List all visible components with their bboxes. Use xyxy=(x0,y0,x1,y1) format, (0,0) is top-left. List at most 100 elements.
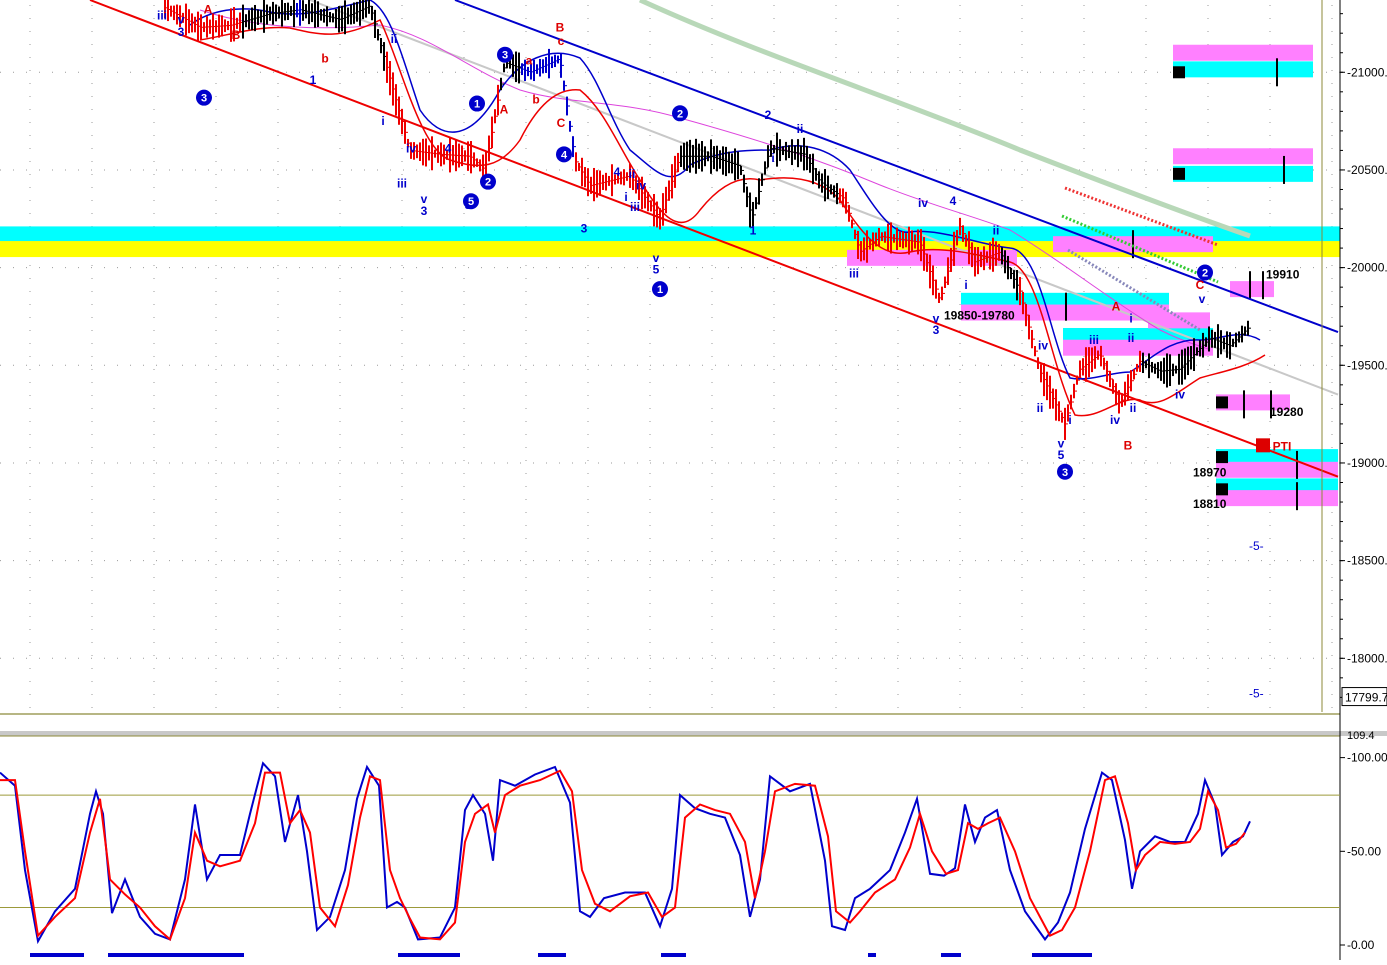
wave-label: iii xyxy=(630,200,640,214)
wave-label: iv xyxy=(918,196,928,210)
osc-tick-label: -100.00 xyxy=(1347,751,1387,765)
wave-label: i xyxy=(771,151,774,165)
zone-marker xyxy=(1216,483,1228,496)
wave-label: i xyxy=(964,278,967,292)
wave-circle-label: 2 xyxy=(1202,268,1208,280)
wave-label: 1 xyxy=(310,73,317,87)
axis-tick-label: -21000. xyxy=(1347,65,1387,79)
zone-marker xyxy=(1173,167,1185,180)
axis-tick-label: -20000. xyxy=(1347,261,1387,275)
price-label: 19910 xyxy=(1266,267,1300,281)
wave-label: 2 xyxy=(765,108,772,122)
wave-circle-label: 1 xyxy=(474,99,480,111)
wave-label: A xyxy=(500,102,509,116)
wave-label: 4 xyxy=(950,194,957,208)
slow-wave-line xyxy=(199,18,1266,417)
wave-label: ii xyxy=(993,223,1000,237)
wave-label: a xyxy=(526,53,533,67)
wave-label: 3 xyxy=(178,25,185,39)
chart-window: iiiv3ii1iiv4iiiv35iiiv4iiii3v52iii1iiiiv… xyxy=(0,0,1387,960)
wave-circle-label: 3 xyxy=(201,93,207,105)
osc-tick-label: -0.00 xyxy=(1347,938,1375,952)
signal-bar xyxy=(868,953,876,957)
signal-bar xyxy=(30,953,84,957)
wave-label: iii xyxy=(157,9,167,23)
panel-splitter xyxy=(0,731,1387,736)
wave-circle-label: 5 xyxy=(468,196,474,208)
wave-label: A xyxy=(204,3,213,17)
zone-box xyxy=(1173,148,1313,165)
wave-label: 3 xyxy=(933,323,940,337)
price-label: 18970 xyxy=(1193,466,1227,480)
axis-tick-label: -18000. xyxy=(1347,651,1387,665)
zone-box xyxy=(1173,44,1313,61)
wave-circle-label: 1 xyxy=(657,284,663,296)
wave-label: i xyxy=(624,190,627,204)
wave-label: iii xyxy=(1089,333,1099,347)
wave-label: ii xyxy=(1128,331,1135,345)
wave-label: i xyxy=(381,114,384,128)
wave-circle-label: 4 xyxy=(561,149,568,161)
wave-label: 3 xyxy=(421,204,428,218)
pti-label: 32 PTI xyxy=(1256,439,1291,453)
axis-tick-label: -19500. xyxy=(1347,358,1387,372)
osc-tick-label: -50.00 xyxy=(1347,844,1381,858)
zone-marker xyxy=(1173,66,1185,79)
wave-circle-label: 3 xyxy=(502,50,508,62)
wave-circle-label: 2 xyxy=(677,108,683,120)
axis-tick-label: -20500. xyxy=(1347,163,1387,177)
axis-tick-label: -18500. xyxy=(1347,554,1387,568)
wave-label: ii xyxy=(391,32,398,46)
price-label: -5- xyxy=(1249,539,1264,553)
wave-label: A xyxy=(1112,300,1121,314)
zone-box xyxy=(1216,490,1338,507)
wave-label: B xyxy=(232,28,241,42)
zone-box xyxy=(1173,61,1313,78)
wave-label: B xyxy=(556,20,565,34)
osc-top-label: 109.4 xyxy=(1347,730,1375,742)
wave-label: B xyxy=(1124,438,1133,452)
wave-label: iv xyxy=(636,178,646,192)
signal-bar xyxy=(661,953,686,957)
zone-box xyxy=(1173,165,1313,182)
wave-label: b xyxy=(532,93,539,107)
wave-circle-label: 2 xyxy=(485,177,491,189)
osc-series-line xyxy=(0,761,1251,945)
wave-label: iii xyxy=(397,177,407,191)
zone-marker xyxy=(1216,451,1228,464)
signal-bar xyxy=(941,953,961,957)
signal-bar xyxy=(108,953,244,957)
wave-label: 4 xyxy=(614,165,621,179)
wave-circle-label: 3 xyxy=(1062,467,1068,479)
wave-label: iv xyxy=(1175,387,1185,401)
wave-label: 3 xyxy=(581,221,588,235)
wave-label: C xyxy=(557,116,566,130)
price-label: -5- xyxy=(1249,686,1264,700)
wave-label: b xyxy=(321,52,328,66)
wave-label: ii xyxy=(1037,401,1044,415)
fast-wave-line xyxy=(189,0,1261,380)
wave-label: c xyxy=(558,34,565,48)
osc-series-line xyxy=(0,769,1246,942)
signal-bar xyxy=(398,953,460,957)
zone-marker xyxy=(1216,396,1228,409)
long-moving-average xyxy=(638,0,1251,239)
stochastic-oscillator: -100.00 -50.00 -0.00 109.4 xyxy=(0,730,1387,957)
wave-label: i xyxy=(1129,311,1132,325)
axis-tick-label: -19000. xyxy=(1347,456,1387,470)
wave-label: i xyxy=(1068,413,1071,427)
wave-label: 5 xyxy=(1058,448,1065,462)
wave-label: iv xyxy=(1038,339,1048,353)
signal-bar xyxy=(1032,953,1092,957)
wave-label: iv xyxy=(406,141,416,155)
wave-label: 5 xyxy=(653,262,660,276)
price-label: 18810 xyxy=(1193,497,1227,511)
wave-label: ii xyxy=(629,167,636,181)
price-chart[interactable]: iiiv3ii1iiv4iiiv35iiiv4iiii3v52iii1iiiiv… xyxy=(0,0,1387,960)
wave-label: ii xyxy=(797,122,804,136)
signal-bar xyxy=(538,953,566,957)
support-resistance-levels xyxy=(0,44,1340,511)
wave-label: ii xyxy=(1130,401,1137,415)
wave-label: 4 xyxy=(445,141,452,155)
wave-label: v xyxy=(1199,292,1206,306)
